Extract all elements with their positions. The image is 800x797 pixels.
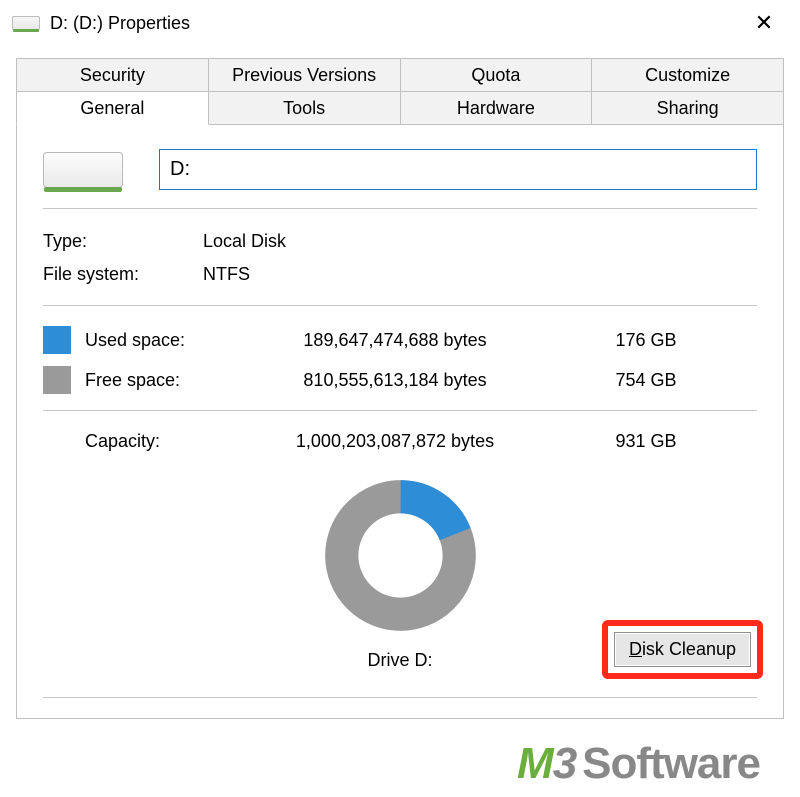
capacity-human: 931 GB [535,431,757,452]
tab-quota[interactable]: Quota [401,58,593,91]
drive-info: Type: Local Disk File system: NTFS [43,209,757,305]
capacity-label: Capacity: [85,431,255,452]
free-swatch-icon [43,366,71,394]
tab-customize[interactable]: Customize [592,58,784,91]
tab-row-upper: Security Previous Versions Quota Customi… [16,58,784,91]
cleanup-text: isk Cleanup [642,639,736,659]
cleanup-highlight: Disk Cleanup [602,620,763,679]
filesystem-row: File system: NTFS [43,258,757,291]
window-title: D: (D:) Properties [50,13,190,34]
used-space-row: Used space: 189,647,474,688 bytes 176 GB [43,320,757,360]
drive-icon [43,152,123,188]
tab-hardware[interactable]: Hardware [401,91,593,125]
disk-cleanup-button[interactable]: Disk Cleanup [614,632,751,667]
drive-name-row [43,149,757,190]
title-bar-left: D: (D:) Properties [12,13,190,34]
drive-icon [12,16,40,30]
tab-security[interactable]: Security [16,58,209,91]
usage-donut-icon [323,478,478,633]
divider [43,697,757,698]
tab-previous-versions[interactable]: Previous Versions [209,58,401,91]
watermark-m3: M3 [517,739,576,789]
close-button[interactable]: ✕ [736,4,792,42]
capacity-section: Capacity: 1,000,203,087,872 bytes 931 GB… [43,411,757,687]
tab-panel-general: Type: Local Disk File system: NTFS Used … [16,125,784,719]
watermark-software: Software [582,739,760,789]
capacity-bytes: 1,000,203,087,872 bytes [255,431,535,452]
tab-general[interactable]: General [16,91,209,125]
drive-label-row: Drive D: Disk Cleanup [43,635,757,685]
tab-tools[interactable]: Tools [209,91,401,125]
free-space-bytes: 810,555,613,184 bytes [255,370,535,391]
title-bar: D: (D:) Properties ✕ [0,0,800,46]
drive-label: Drive D: [367,650,432,671]
filesystem-label: File system: [43,264,203,285]
type-label: Type: [43,231,203,252]
dialog-body: Security Previous Versions Quota Customi… [0,46,800,719]
used-space-human: 176 GB [535,330,757,351]
free-space-label: Free space: [85,370,255,391]
used-space-bytes: 189,647,474,688 bytes [255,330,535,351]
free-space-human: 754 GB [535,370,757,391]
type-value: Local Disk [203,231,286,252]
type-row: Type: Local Disk [43,225,757,258]
space-section: Used space: 189,647,474,688 bytes 176 GB… [43,306,757,410]
watermark: M3 Software [517,739,760,789]
usage-chart-row [43,468,757,633]
filesystem-value: NTFS [203,264,250,285]
cleanup-accel: D [629,639,642,659]
tab-strip: Security Previous Versions Quota Customi… [16,58,784,125]
close-icon: ✕ [755,10,773,36]
tab-sharing[interactable]: Sharing [592,91,784,125]
used-space-label: Used space: [85,330,255,351]
tab-row-lower: General Tools Hardware Sharing [16,91,784,125]
capacity-row: Capacity: 1,000,203,087,872 bytes 931 GB [43,425,757,458]
used-swatch-icon [43,326,71,354]
free-space-row: Free space: 810,555,613,184 bytes 754 GB [43,360,757,400]
drive-name-input[interactable] [159,149,757,190]
